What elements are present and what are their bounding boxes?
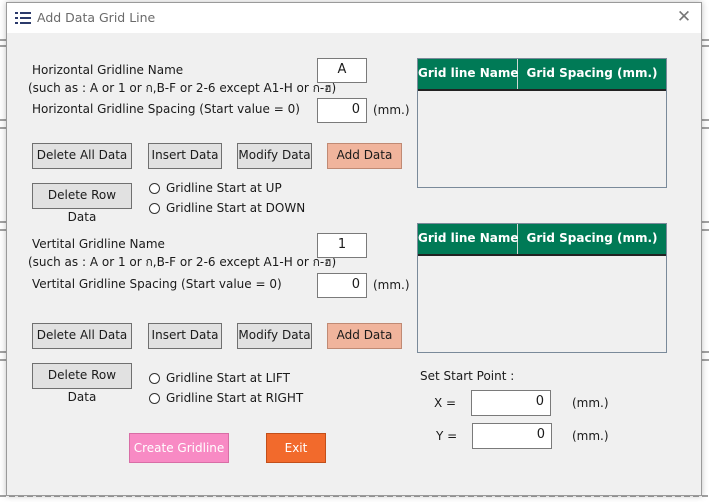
grid-header: Grid line Name Grid Spacing (mm.) [418,224,666,256]
vertical-modify-button[interactable]: Modify Data [237,323,312,349]
radio-start-up[interactable]: Gridline Start at UP [149,181,282,195]
vertical-spacing-input[interactable]: 0 [317,273,367,298]
horizontal-grid-table[interactable]: Grid line Name Grid Spacing (mm.) [417,58,667,188]
radio-start-right-label: Gridline Start at RIGHT [166,391,304,405]
radio-start-left[interactable]: Gridline Start at LIFT [149,371,290,385]
radio-circle [149,372,160,384]
start-y-input[interactable]: 0 [472,423,552,449]
horizontal-spacing-unit: (mm.) [373,103,410,117]
radio-start-right[interactable]: Gridline Start at RIGHT [149,391,303,405]
vertical-grid-table[interactable]: Grid line Name Grid Spacing (mm.) [417,223,667,353]
y-unit: (mm.) [572,429,609,443]
radio-start-down[interactable]: Gridline Start at DOWN [149,201,305,215]
start-x-input[interactable]: 0 [471,390,551,416]
list-icon [15,12,31,24]
y-label: Y = [436,429,458,443]
vertical-name-hint: (such as : A or 1 or ก,B-F or 2-6 except… [28,255,337,269]
vertical-name-label: Vertital Gridline Name [32,237,165,251]
horizontal-name-input[interactable]: A [317,58,367,83]
x-label: X = [434,396,457,410]
grid-header: Grid line Name Grid Spacing (mm.) [418,59,666,91]
create-gridline-button[interactable]: Create Gridline [129,433,229,463]
exit-button[interactable]: Exit [266,433,326,463]
horizontal-spacing-label: Horizontal Gridline Spacing (Start value… [32,102,300,116]
title-bar: Add Data Grid Line ✕ [7,3,701,33]
window-title: Add Data Grid Line [37,10,156,25]
grid-header-name: Grid line Name [418,59,519,89]
vertical-delete-row-button[interactable]: Delete Row Data [32,363,132,404]
horizontal-delete-all-button[interactable]: Delete All Data [32,143,132,169]
horizontal-insert-button[interactable]: Insert Data [148,143,222,169]
radio-start-down-label: Gridline Start at DOWN [166,201,306,215]
horizontal-name-label: Horizontal Gridline Name [32,63,184,77]
vertical-delete-all-button[interactable]: Delete All Data [32,323,132,349]
grid-header-spacing: Grid Spacing (mm.) [526,66,658,80]
grid-header-name: Grid line Name [418,224,519,254]
grid-header-spacing: Grid Spacing (mm.) [526,231,658,245]
vertical-insert-button[interactable]: Insert Data [148,323,222,349]
radio-circle [149,182,160,194]
horizontal-add-button[interactable]: Add Data [327,143,402,169]
vertical-name-input[interactable]: 1 [317,233,367,258]
horizontal-modify-button[interactable]: Modify Data [237,143,312,169]
vertical-spacing-label: Vertital Gridline Spacing (Start value =… [32,277,282,291]
horizontal-name-hint: (such as : A or 1 or ก,B-F or 2-6 except… [28,81,337,95]
horizontal-delete-row-button[interactable]: Delete Row Data [32,183,132,224]
start-point-label: Set Start Point : [420,369,515,383]
vertical-spacing-unit: (mm.) [373,278,410,292]
close-icon[interactable]: ✕ [673,7,695,29]
vertical-add-button[interactable]: Add Data [327,323,402,349]
add-data-grid-line-dialog: Add Data Grid Line ✕ Horizontal Gridline… [6,2,702,496]
radio-start-left-label: Gridline Start at LIFT [166,371,290,385]
x-unit: (mm.) [572,396,609,410]
radio-circle [149,202,160,214]
horizontal-spacing-input[interactable]: 0 [317,98,367,123]
radio-start-up-label: Gridline Start at UP [166,181,282,195]
radio-circle [149,392,160,404]
